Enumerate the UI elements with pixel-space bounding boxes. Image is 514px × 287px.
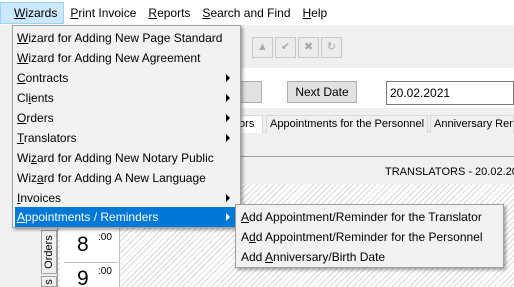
- submenu-arrow-icon: [226, 134, 230, 142]
- hour-label: 9: [77, 267, 89, 287]
- submenu-arrow-icon: [226, 74, 230, 82]
- menu-wizards[interactable]: Wizards: [0, 1, 65, 24]
- side-tab-other[interactable]: s: [41, 276, 57, 287]
- menu-reports[interactable]: Reports: [142, 2, 196, 24]
- tab-anniversary-reminders[interactable]: Anniversary Rem: [430, 115, 514, 133]
- menu-item-wizard-language[interactable]: Wizard for Adding A New Language: [15, 168, 238, 188]
- hour-minutes-label: :00: [98, 232, 112, 243]
- menu-item-clients[interactable]: Clients: [15, 88, 238, 108]
- cancel-icon[interactable]: ✖: [298, 37, 319, 58]
- grid-header: [232, 133, 514, 157]
- menu-bar: Wizards Print Invoice Reports Search and…: [0, 0, 514, 26]
- left-margin: [0, 228, 36, 287]
- submenu-arrow-icon: [226, 114, 230, 122]
- refresh-icon[interactable]: ↻: [321, 37, 342, 58]
- hour-minutes-label: :00: [98, 266, 112, 277]
- tab-appointments-personnel[interactable]: Appointments for the Personnel: [266, 115, 428, 133]
- hour-divider: [64, 262, 118, 263]
- menu-item-contracts[interactable]: Contracts: [15, 68, 238, 88]
- menu-item-wizard-notary-public[interactable]: Wizard for Adding New Notary Public: [15, 148, 238, 168]
- grid-title: TRANSLATORS - 20.02.2021: [385, 166, 514, 178]
- submenu-arrow-icon: [226, 94, 230, 102]
- previous-date-button[interactable]: [238, 81, 262, 103]
- menu-item-invoices[interactable]: Invoices: [15, 188, 238, 208]
- menu-item-appointments-reminders[interactable]: Appointments / Reminders: [15, 207, 238, 227]
- menu-help[interactable]: Help: [297, 2, 334, 24]
- confirm-icon[interactable]: ✔: [275, 37, 296, 58]
- submenu-item-anniversary-birth-date[interactable]: Add Anniversary/Birth Date: [239, 247, 385, 267]
- side-tab-orders[interactable]: Orders: [41, 230, 57, 274]
- submenu-arrow-icon: [226, 213, 230, 221]
- menu-item-wizard-agreement[interactable]: Wizard for Adding New Agreement: [15, 48, 238, 68]
- date-field[interactable]: 20.02.2021: [386, 81, 514, 105]
- hour-label: 8: [77, 233, 89, 256]
- tab-strip: tors Appointments for the Personnel Anni…: [232, 113, 514, 133]
- menu-item-wizard-page-standard[interactable]: Wizard for Adding New Page Standard: [15, 28, 238, 48]
- menu-item-orders[interactable]: Orders: [15, 108, 238, 128]
- submenu-item-appointment-personnel[interactable]: Add Appointment/Reminder for the Personn…: [239, 227, 483, 247]
- wizards-dropdown: Wizard for Adding New Page Standard Wiza…: [12, 25, 241, 228]
- next-date-button[interactable]: Next Date: [287, 81, 357, 103]
- menu-print-invoice[interactable]: Print Invoice: [64, 2, 142, 24]
- submenu-arrow-icon: [226, 194, 230, 202]
- move-up-icon[interactable]: ▲: [252, 37, 273, 58]
- appointments-submenu: Add Appointment/Reminder for the Transla…: [235, 204, 504, 268]
- menu-search-and-find[interactable]: Search and Find: [196, 2, 296, 24]
- submenu-item-appointment-translator[interactable]: Add Appointment/Reminder for the Transla…: [239, 207, 482, 227]
- menu-item-translators[interactable]: Translators: [15, 128, 238, 148]
